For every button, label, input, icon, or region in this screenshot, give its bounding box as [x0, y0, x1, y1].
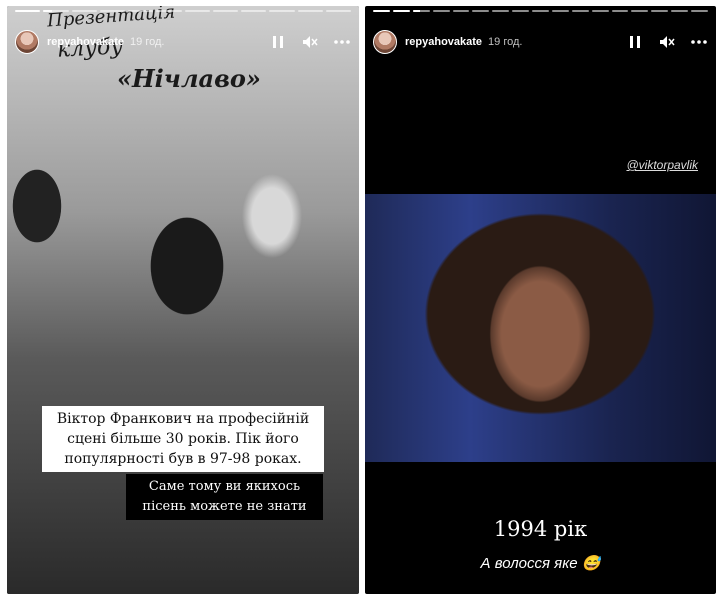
progress-segment	[212, 10, 238, 12]
story-right[interactable]: repyahovakate 19 год. @viktorpavlik 1994…	[365, 6, 716, 594]
more-icon[interactable]	[690, 33, 708, 51]
post-time: 19 год.	[130, 36, 165, 48]
progress-segment	[591, 10, 609, 12]
portrait-photo	[365, 194, 716, 462]
mute-icon[interactable]	[301, 33, 319, 51]
progress-segment	[512, 10, 529, 12]
progress-segment	[412, 10, 430, 12]
username[interactable]: repyahovakate	[47, 36, 124, 48]
story-controls	[626, 33, 708, 51]
story-progress	[15, 10, 351, 12]
progress-segment	[671, 10, 688, 12]
progress-segment	[99, 10, 125, 12]
progress-segment	[611, 10, 629, 12]
progress-segment	[325, 10, 351, 12]
progress-segment	[71, 10, 97, 12]
progress-segment	[472, 10, 490, 12]
progress-segment	[392, 10, 410, 12]
progress-segment	[631, 10, 649, 12]
progress-segment	[532, 10, 549, 12]
progress-segment	[373, 10, 390, 12]
progress-segment	[571, 10, 589, 12]
year-caption: 1994 рік	[493, 517, 588, 541]
progress-segment	[15, 10, 41, 12]
progress-segment	[452, 10, 470, 12]
pause-icon[interactable]	[269, 33, 287, 51]
progress-segment	[43, 10, 69, 12]
progress-segment	[297, 10, 323, 12]
caption-main: Віктор Франкович на професійній сцені бі…	[42, 406, 324, 472]
progress-segment	[184, 10, 210, 12]
mute-icon[interactable]	[658, 33, 676, 51]
progress-segment	[492, 10, 510, 12]
banner-text-line3: «Нічлаво»	[117, 64, 261, 93]
story-header: repyahovakate 19 год.	[373, 28, 708, 56]
progress-segment	[241, 10, 267, 12]
progress-segment	[432, 10, 450, 12]
avatar[interactable]	[373, 30, 397, 54]
progress-segment	[156, 10, 182, 12]
story-header: repyahovakate 19 год.	[15, 28, 351, 56]
progress-segment	[651, 10, 669, 12]
caption-secondary: Саме тому ви якихось пісень можете не зн…	[126, 474, 323, 520]
progress-segment	[691, 10, 708, 12]
more-icon[interactable]	[333, 33, 351, 51]
progress-segment	[269, 10, 295, 12]
avatar[interactable]	[15, 30, 39, 54]
progress-segment	[551, 10, 569, 12]
story-progress	[373, 10, 708, 12]
subtitle-caption: А волосся яке 😅	[480, 555, 601, 572]
pause-icon[interactable]	[626, 33, 644, 51]
post-time: 19 год.	[488, 36, 523, 48]
username[interactable]: repyahovakate	[405, 36, 482, 48]
story-controls	[269, 33, 351, 51]
story-left[interactable]: Презентація клубу «Нічлаво» repyahovakat…	[7, 6, 359, 594]
mention-link[interactable]: @viktorpavlik	[626, 158, 698, 172]
progress-segment	[128, 10, 154, 12]
